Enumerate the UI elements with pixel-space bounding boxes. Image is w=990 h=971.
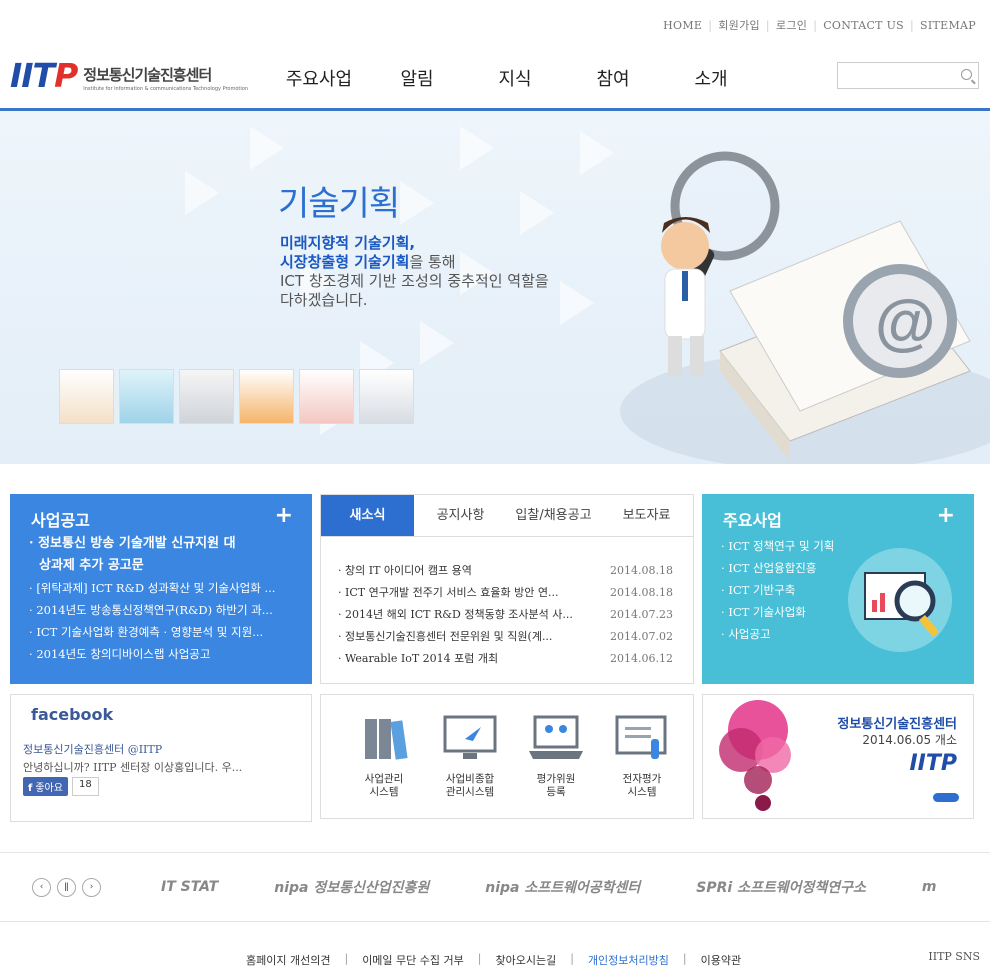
thumb-global[interactable]: [359, 369, 414, 424]
binder-icon: [365, 719, 408, 760]
system-budget-mgmt[interactable]: 사업비종합 관리시스템: [427, 715, 513, 799]
banner-indicator[interactable]: [933, 793, 959, 802]
next-button[interactable]: ›: [82, 877, 101, 897]
footer-terms[interactable]: 이용약관: [687, 952, 755, 968]
news-item[interactable]: · ICT 연구개발 전주기 서비스 효율화 방안 연... 2014.08.18: [338, 582, 673, 604]
hero-thumbnails: [59, 369, 419, 424]
opening-date: 2014.06.05 개소: [862, 733, 957, 747]
search-input[interactable]: [838, 63, 958, 88]
thumb-growth[interactable]: [299, 369, 354, 424]
prev-button[interactable]: ‹: [32, 877, 51, 897]
like-count: 18: [71, 777, 99, 796]
sns-label[interactable]: IITP SNS: [928, 950, 980, 963]
partner-next[interactable]: m: [922, 879, 937, 895]
analytics-icon: [848, 548, 952, 652]
thumb-convergence[interactable]: [119, 369, 174, 424]
top-links: HOME | 회원가입 | 로그인 | CONTACT US | SITEMAP: [659, 17, 980, 33]
facebook-post[interactable]: 안녕하십니까? IITP 센터장 이상홍입니다. 우...: [23, 759, 293, 775]
main-nav: 주요사업 알림 지식 참여 소개: [270, 65, 760, 91]
signup-link[interactable]: 회원가입: [714, 17, 764, 33]
tab-bids[interactable]: 입찰/채용공고: [507, 495, 600, 536]
pause-button[interactable]: ǁ: [57, 877, 76, 897]
notice-item[interactable]: · 정보통신 방송 기술개발 신규지원 대: [29, 533, 301, 555]
facebook-title: facebook: [31, 705, 114, 724]
header: IITP 정보통신기술진흥센터 Institute for Informatio…: [0, 55, 990, 110]
notice-item[interactable]: 상과제 추가 공고문: [29, 555, 301, 577]
news-item[interactable]: · Wearable IoT 2014 포럼 개최 2014.06.12: [338, 648, 673, 670]
system-evaluator-reg[interactable]: 평가위원 등록: [513, 715, 599, 799]
hero-title: 기술기획: [278, 184, 400, 224]
home-link[interactable]: HOME: [659, 19, 706, 32]
business-title: 주요사업: [723, 511, 782, 530]
balloon-graphic: [719, 700, 791, 811]
hero-banner: 기술기획 미래지향적 기술기획, 시장창출형 기술기획을 통해 ICT 창조경제…: [0, 108, 990, 464]
news-item[interactable]: · 2014년 해외 ICT R&D 정책동향 조사분석 사... 2014.07…: [338, 604, 673, 626]
news-item[interactable]: · 정보통신기술진흥센터 전문위원 및 직원(계... 2014.07.02: [338, 626, 673, 648]
logo-name: 정보통신기술진흥센터: [83, 66, 212, 84]
notice-item[interactable]: · ICT 기술사업화 환경예측 · 영향분석 및 지원...: [29, 621, 301, 643]
partner-banner: ‹ ǁ › IT STAT nipa 정보통신산업진흥원 nipa 소프트웨어공…: [0, 852, 990, 922]
facebook-icon: f: [28, 783, 33, 794]
footer-email-policy[interactable]: 이메일 무단 수집 거부: [348, 952, 478, 968]
nav-business[interactable]: 주요사업: [270, 65, 368, 91]
logo-english: Institute for Information & communicatio…: [83, 86, 249, 92]
tablet-touch-icon: [615, 715, 667, 759]
nav-notice[interactable]: 알림: [368, 65, 466, 91]
footer-directions[interactable]: 찾아오시는길: [481, 952, 570, 968]
business-item[interactable]: · ICT 정책연구 및 기획: [721, 535, 834, 557]
business-item[interactable]: · ICT 기술사업화: [721, 601, 834, 623]
footer-privacy[interactable]: 개인정보처리방침: [574, 952, 683, 968]
sitemap-link[interactable]: SITEMAP: [916, 19, 980, 32]
facebook-panel: facebook 정보통신기술진흥센터 @IITP 안녕하십니까? IITP 센…: [10, 694, 312, 822]
system-e-evaluation[interactable]: 전자평가 시스템: [599, 715, 685, 799]
thumb-commercialization[interactable]: [239, 369, 294, 424]
system-project-mgmt[interactable]: 사업관리 시스템: [341, 715, 427, 799]
search-icon[interactable]: [961, 69, 972, 80]
partner-nipa-sw[interactable]: nipa 소프트웨어공학센터: [485, 877, 640, 897]
opening-banner[interactable]: 정보통신기술진흥센터 2014.06.05 개소 IITP: [702, 694, 974, 819]
opening-name: 정보통신기술진흥센터: [837, 717, 957, 732]
monitor-icon: [443, 715, 497, 759]
business-item[interactable]: · ICT 기반구축: [721, 579, 834, 601]
news-item[interactable]: · 창의 IT 아이디어 캠프 용역 2014.08.18: [338, 560, 673, 582]
contact-link[interactable]: CONTACT US: [819, 19, 908, 32]
like-button[interactable]: f 좋아요: [23, 777, 68, 796]
nav-participation[interactable]: 참여: [564, 65, 662, 91]
notice-more-button[interactable]: +: [275, 503, 293, 528]
footer-feedback[interactable]: 홈페이지 개선의견: [232, 952, 344, 968]
notice-title: 사업공고: [31, 511, 90, 530]
thumb-infrastructure[interactable]: [179, 369, 234, 424]
login-link[interactable]: 로그인: [772, 17, 811, 33]
tab-notices[interactable]: 공지사항: [414, 495, 507, 536]
opening-mark: IITP: [909, 751, 957, 776]
thumb-planning[interactable]: [59, 369, 114, 424]
notice-panel: 사업공고 + · 정보통신 방송 기술개발 신규지원 대 상과제 추가 공고문 …: [10, 494, 312, 684]
business-panel: 주요사업 + · ICT 정책연구 및 기획 · ICT 산업융합진흥 · IC…: [702, 494, 974, 684]
footer-links: 홈페이지 개선의견 | 이메일 무단 수집 거부 | 찾아오시는길 | 개인정보처리방…: [232, 952, 755, 968]
partner-itstat[interactable]: IT STAT: [161, 879, 218, 895]
business-item[interactable]: · 사업공고: [721, 623, 834, 645]
systems-panel: 사업관리 시스템 사업비종합 관리시스템 평가위원 등록 전자평가 시스템: [320, 694, 694, 819]
nav-about[interactable]: 소개: [662, 65, 760, 91]
partner-nipa[interactable]: nipa 정보통신산업진흥원: [274, 877, 429, 897]
notice-item[interactable]: · [위탁과제] ICT R&D 성과확산 및 기술사업화 ...: [29, 577, 301, 599]
notice-item[interactable]: · 2014년도 방송통신정책연구(R&D) 하반기 과...: [29, 599, 301, 621]
hero-illustration: @: [620, 151, 990, 464]
notice-item[interactable]: · 2014년도 창의디바이스랩 사업공고: [29, 643, 301, 665]
laptop-users-icon: [529, 715, 583, 759]
partner-spri[interactable]: SPRi 소프트웨어정책연구소: [696, 877, 866, 897]
nav-knowledge[interactable]: 지식: [466, 65, 564, 91]
tab-news[interactable]: 새소식: [321, 495, 414, 536]
business-item[interactable]: · ICT 산업융합진흥: [721, 557, 834, 579]
business-more-button[interactable]: +: [937, 503, 955, 528]
svg-text:@: @: [875, 288, 935, 357]
iitp-logo[interactable]: IITP 정보통신기술진흥센터 Institute for Informatio…: [10, 59, 248, 93]
search-box: [837, 62, 979, 89]
news-panel: 새소식 공지사항 입찰/채용공고 보도자료 · 창의 IT 아이디어 캠프 용역…: [320, 494, 694, 684]
tab-press[interactable]: 보도자료: [600, 495, 693, 536]
logo-mark: IITP: [10, 56, 78, 95]
facebook-page-link[interactable]: 정보통신기술진흥센터 @IITP: [23, 741, 162, 757]
hero-lead: 미래지향적 기술기획, 시장창출형 기술기획을 통해 ICT 창조경제 기반 조…: [280, 234, 549, 309]
